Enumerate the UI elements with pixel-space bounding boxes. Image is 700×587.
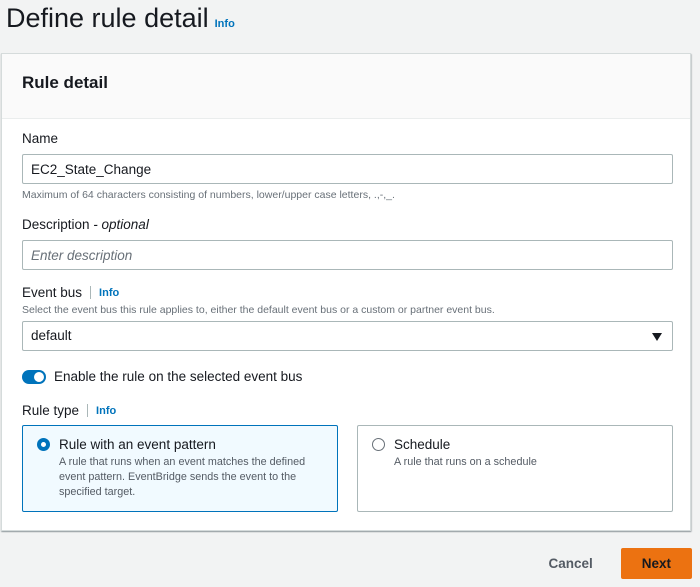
radio-unchecked-icon[interactable] bbox=[372, 438, 385, 451]
radio-checked-icon[interactable] bbox=[37, 438, 50, 451]
name-label: Name bbox=[22, 131, 59, 146]
event-bus-label: Event bus bbox=[22, 285, 83, 300]
enable-rule-row: Enable the rule on the selected event bu… bbox=[22, 369, 302, 384]
description-input[interactable] bbox=[22, 240, 673, 270]
event-bus-hint: Select the event bus this rule applies t… bbox=[22, 304, 495, 316]
name-hint: Maximum of 64 characters consisting of n… bbox=[22, 189, 395, 201]
page-header: Define rule detail Info bbox=[6, 0, 235, 36]
rule-type-info-link[interactable]: Info bbox=[96, 405, 116, 417]
tile-title: Schedule bbox=[394, 437, 451, 452]
page-info-link[interactable]: Info bbox=[215, 18, 235, 30]
tile-head: Schedule bbox=[372, 437, 658, 452]
event-bus-select[interactable]: default bbox=[22, 321, 673, 351]
label-divider bbox=[87, 404, 89, 417]
tile-description: A rule that runs when an event matches t… bbox=[59, 456, 306, 498]
tile-description: A rule that runs on a schedule bbox=[394, 456, 537, 468]
description-label: Description - optional bbox=[22, 217, 149, 232]
name-input[interactable] bbox=[22, 154, 673, 184]
caret-down-icon bbox=[652, 333, 662, 341]
description-optional-text: - optional bbox=[89, 217, 149, 232]
rule-detail-panel: Rule detail Name Maximum of 64 character… bbox=[1, 53, 691, 531]
panel-header: Rule detail bbox=[2, 54, 690, 119]
tile-head: Rule with an event pattern bbox=[37, 437, 323, 452]
rule-type-label-row: Rule type Info bbox=[22, 403, 116, 418]
description-label-text: Description bbox=[22, 217, 90, 232]
enable-rule-label: Enable the rule on the selected event bu… bbox=[54, 369, 303, 384]
rule-type-label: Rule type bbox=[22, 403, 80, 418]
toggle-knob bbox=[34, 371, 44, 382]
enable-rule-toggle[interactable] bbox=[22, 369, 46, 384]
panel-title: Rule detail bbox=[22, 73, 108, 92]
event-bus-info-link[interactable]: Info bbox=[99, 287, 119, 299]
page-title: Define rule detail bbox=[6, 3, 209, 33]
footer-actions: Cancel Next bbox=[528, 548, 692, 579]
event-bus-selected-value: default bbox=[31, 328, 72, 343]
label-divider bbox=[90, 286, 92, 299]
cancel-button[interactable]: Cancel bbox=[528, 548, 612, 579]
event-bus-label-row: Event bus Info bbox=[22, 285, 119, 300]
rule-type-schedule-tile[interactable]: Schedule A rule that runs on a schedule bbox=[357, 425, 673, 512]
rule-type-event-pattern-tile[interactable]: Rule with an event pattern A rule that r… bbox=[22, 425, 338, 512]
tile-title: Rule with an event pattern bbox=[59, 437, 216, 452]
next-button[interactable]: Next bbox=[620, 548, 692, 579]
